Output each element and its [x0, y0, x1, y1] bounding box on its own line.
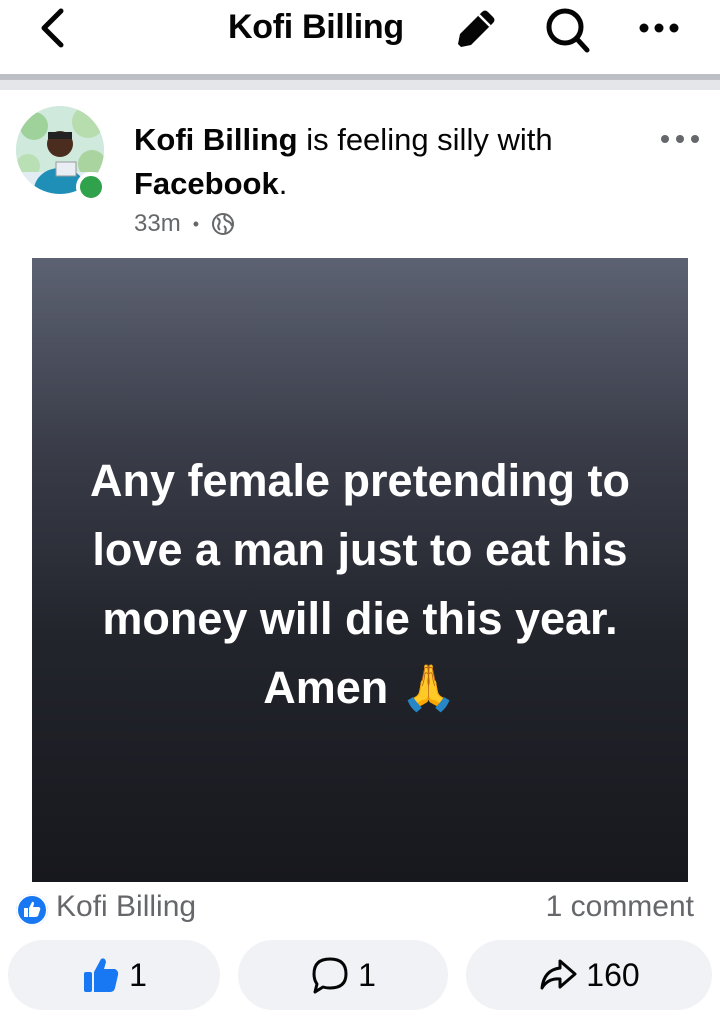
thumbs-up-icon [81, 955, 121, 995]
meta-separator: • [192, 213, 199, 234]
top-bar: Kofi Billing [0, 0, 720, 74]
feeling-text: is feeling silly with [297, 122, 553, 157]
share-count: 160 [586, 956, 640, 993]
post-options-button[interactable] [656, 124, 704, 154]
search-button[interactable] [542, 4, 594, 56]
post-text: Any female pretending to love a man just… [32, 446, 688, 722]
comment-count: 1 [358, 956, 376, 993]
like-reaction-icon [16, 894, 48, 926]
post-text-line: Amen 🙏 [263, 662, 457, 713]
online-status-dot [76, 172, 106, 202]
comments-count[interactable]: 1 comment [546, 890, 694, 924]
post-meta: 33m • [134, 210, 235, 238]
post-headline: Kofi Billing is feeling silly with Faceb… [134, 118, 604, 206]
search-icon [546, 8, 590, 53]
more-horizontal-icon [639, 23, 679, 33]
author-name[interactable]: Kofi Billing [134, 122, 298, 157]
reactions-summary[interactable]: Kofi Billing 1 comment [0, 888, 720, 932]
comment-icon [310, 955, 350, 995]
like-button[interactable]: 1 [8, 940, 220, 1010]
post-header: Kofi Billing is feeling silly with Faceb… [0, 90, 720, 258]
post-media[interactable]: Any female pretending to love a man just… [32, 258, 688, 882]
like-count: 1 [129, 956, 147, 993]
post-text-line: Any female pretending to [89, 455, 631, 506]
tagged-page[interactable]: Facebook [134, 166, 279, 201]
post-time[interactable]: 33m [134, 210, 181, 238]
edit-button[interactable] [450, 6, 500, 52]
chevron-left-icon [41, 8, 64, 48]
share-button[interactable]: 160 [466, 940, 712, 1010]
share-icon [538, 955, 578, 995]
comment-button[interactable]: 1 [238, 940, 448, 1010]
globe-icon [212, 213, 234, 235]
more-horizontal-icon [661, 135, 699, 143]
post-text-line: money will die this year. [102, 593, 618, 644]
page-title: Kofi Billing [228, 8, 404, 46]
post-text-line: love a man just to eat his [92, 524, 628, 575]
headline-suffix: . [278, 166, 288, 201]
more-options-button[interactable] [634, 6, 684, 50]
post-actions: 1 1 160 [0, 940, 720, 1010]
back-button[interactable] [30, 6, 74, 50]
section-divider-fill [0, 80, 720, 90]
reacted-by[interactable]: Kofi Billing [56, 890, 196, 924]
pencil-icon [458, 10, 495, 47]
